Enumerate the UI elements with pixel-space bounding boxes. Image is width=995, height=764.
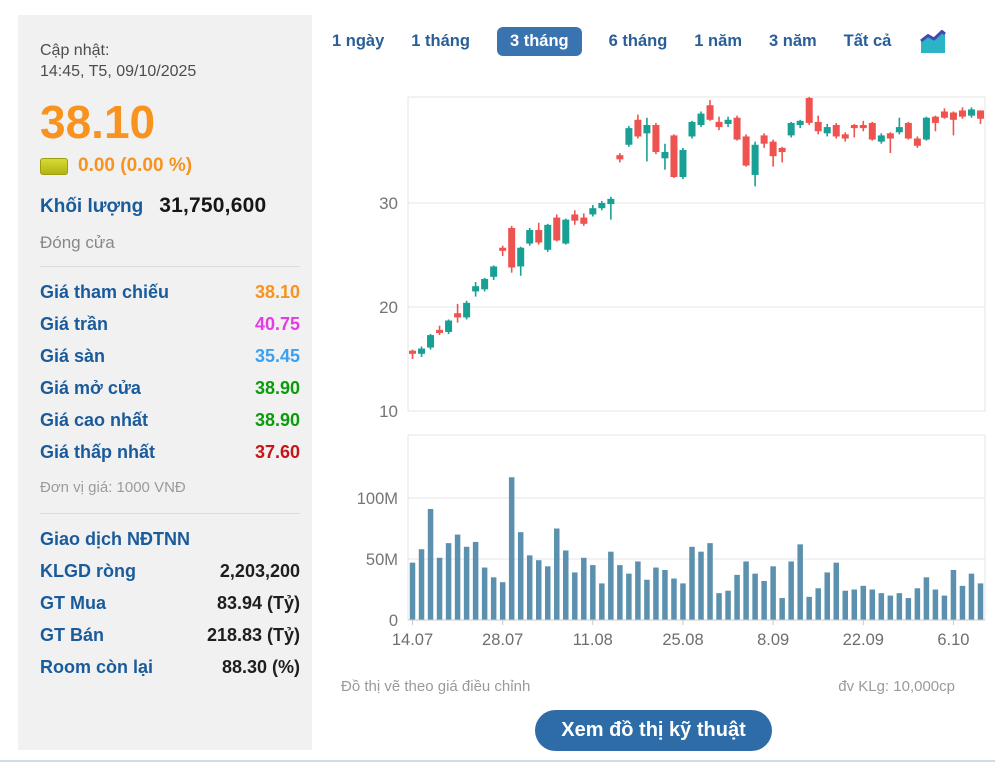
price-unit-note: Đơn vị giá: 1000 VNĐ: [40, 479, 186, 496]
price-level-value: 38.90: [254, 410, 300, 430]
price-level-label: Giá cao nhất: [40, 410, 149, 430]
volume-row: Khối lượng 31,750,600: [40, 194, 300, 218]
price-candles: [409, 96, 984, 359]
foreign-row-label: GT Bán: [40, 625, 105, 645]
price-level-label: Giá thấp nhất: [40, 442, 156, 462]
divider: [40, 266, 300, 267]
foreign-trading-row: GT Mua 83.94 (Tỷ): [40, 587, 300, 619]
tab-1-năm[interactable]: 1 năm: [694, 27, 742, 56]
svg-text:0: 0: [389, 612, 398, 630]
session-status: Đóng cửa: [40, 233, 115, 252]
volume-bars: [409, 477, 984, 620]
change-value: 0.00 (0.00 %): [78, 155, 193, 176]
svg-text:25.08: 25.08: [662, 631, 703, 649]
tab-1-ngày[interactable]: 1 ngày: [332, 27, 384, 56]
foreign-row-value: 83.94 (Tỷ): [216, 593, 300, 613]
tab-3-năm[interactable]: 3 năm: [769, 27, 817, 56]
change-row: 0.00 (0.00 %): [40, 155, 300, 177]
svg-text:30: 30: [379, 194, 398, 213]
tab-1-tháng[interactable]: 1 tháng: [411, 27, 470, 56]
price-level-label: Giá mở cửa: [40, 378, 141, 398]
foreign-row-value: 218.83 (Tỷ): [206, 625, 300, 645]
last-price: 38.10: [40, 96, 156, 148]
svg-text:8.09: 8.09: [757, 631, 789, 649]
foreign-trading-row: KLGD ròng 2,203,200: [40, 555, 300, 587]
price-levels-table: Giá tham chiếu 38.10 Giá trần 40.75 Giá sàn 3…: [40, 276, 300, 468]
volume-value: 31,750,600: [159, 194, 267, 217]
divider: [40, 513, 300, 514]
svg-text:20: 20: [379, 298, 398, 317]
price-level-value: 40.75: [254, 314, 300, 334]
volume-label: Khối lượng: [40, 196, 144, 217]
price-level-value: 37.60: [254, 442, 300, 462]
foreign-row-label: KLGD ròng: [40, 561, 136, 581]
price-level-row: Giá mở cửa 38.90: [40, 372, 300, 404]
chart-footnotes: Đồ thị vẽ theo giá điều chỉnh đv KLg: 10…: [312, 678, 995, 700]
svg-text:6.10: 6.10: [937, 631, 969, 649]
svg-text:22.09: 22.09: [843, 631, 884, 649]
price-chart: 30 20 10: [320, 90, 995, 427]
adjusted-price-note: Đồ thị vẽ theo giá điều chỉnh: [341, 678, 531, 695]
svg-text:100M: 100M: [357, 490, 398, 508]
tab-3-tháng[interactable]: 3 tháng: [496, 26, 582, 56]
foreign-row-label: Room còn lại: [40, 657, 154, 677]
volume-chart-svg: 100M 50M 014.07 28.07 11.08 25.08 8.09 22.09 6.1…: [357, 434, 986, 649]
price-level-row: Giá tham chiếu 38.10: [40, 276, 300, 308]
foreign-trading-row: Room còn lại 88.30 (%): [40, 651, 300, 683]
svg-text:50M: 50M: [366, 551, 398, 569]
price-level-value: 35.45: [254, 346, 300, 366]
technical-chart-button[interactable]: Xem đồ thị kỹ thuật: [535, 710, 772, 751]
tab-6-tháng[interactable]: 6 tháng: [609, 27, 668, 56]
foreign-row-value: 2,203,200: [219, 561, 300, 581]
foreign-trading-table: KLGD ròng 2,203,200 GT Mua 83.94 (Tỷ) GT Bán…: [40, 555, 300, 683]
price-level-row: Giá sàn 35.45: [40, 340, 300, 372]
price-level-label: Giá sàn: [40, 346, 106, 366]
volume-chart: 100M 50M 0 14.07 28.07 11.08 25.08 8.09 22.09 6.1…: [320, 433, 995, 662]
foreign-trading-row: GT Bán 218.83 (Tỷ): [40, 619, 300, 651]
price-level-row: Giá cao nhất 38.90: [40, 404, 300, 436]
foreign-row-value: 88.30 (%): [221, 657, 300, 677]
area-chart-icon[interactable]: [918, 26, 948, 56]
price-level-label: Giá tham chiếu: [40, 282, 170, 302]
quote-panel: Cập nhật: 14:45, T5, 09/10/2025 38.10 0.…: [18, 15, 312, 750]
price-chart-svg: 30 20 10: [379, 96, 986, 421]
unchanged-indicator-icon: [40, 157, 68, 175]
svg-text:28.07: 28.07: [482, 631, 523, 649]
foreign-row-label: GT Mua: [40, 593, 106, 613]
price-level-row: Giá trần 40.75: [40, 308, 300, 340]
volume-unit-note: đv KLg: 10,000cp: [838, 678, 955, 695]
price-level-value: 38.90: [254, 378, 300, 398]
period-tabs: 1 ngày 1 tháng 3 tháng 6 tháng 1 năm 3 năm Tất…: [332, 26, 948, 56]
price-level-row: Giá thấp nhất 37.60: [40, 436, 300, 468]
svg-text:11.08: 11.08: [573, 631, 613, 649]
price-level-value: 38.10: [254, 282, 300, 302]
svg-text:10: 10: [379, 402, 398, 421]
tab-Tất-cả[interactable]: Tất cả: [844, 27, 892, 56]
updated-label: Cập nhật:: [40, 42, 110, 59]
svg-text:14.07: 14.07: [392, 631, 433, 649]
price-level-label: Giá trần: [40, 314, 109, 334]
updated-time: 14:45, T5, 09/10/2025: [40, 63, 197, 80]
bottom-divider: [0, 760, 995, 762]
chart-area: 1 ngày 1 tháng 3 tháng 6 tháng 1 năm 3 năm Tất…: [312, 0, 995, 764]
foreign-trading-header: Giao dịch NĐTNN: [40, 529, 191, 549]
